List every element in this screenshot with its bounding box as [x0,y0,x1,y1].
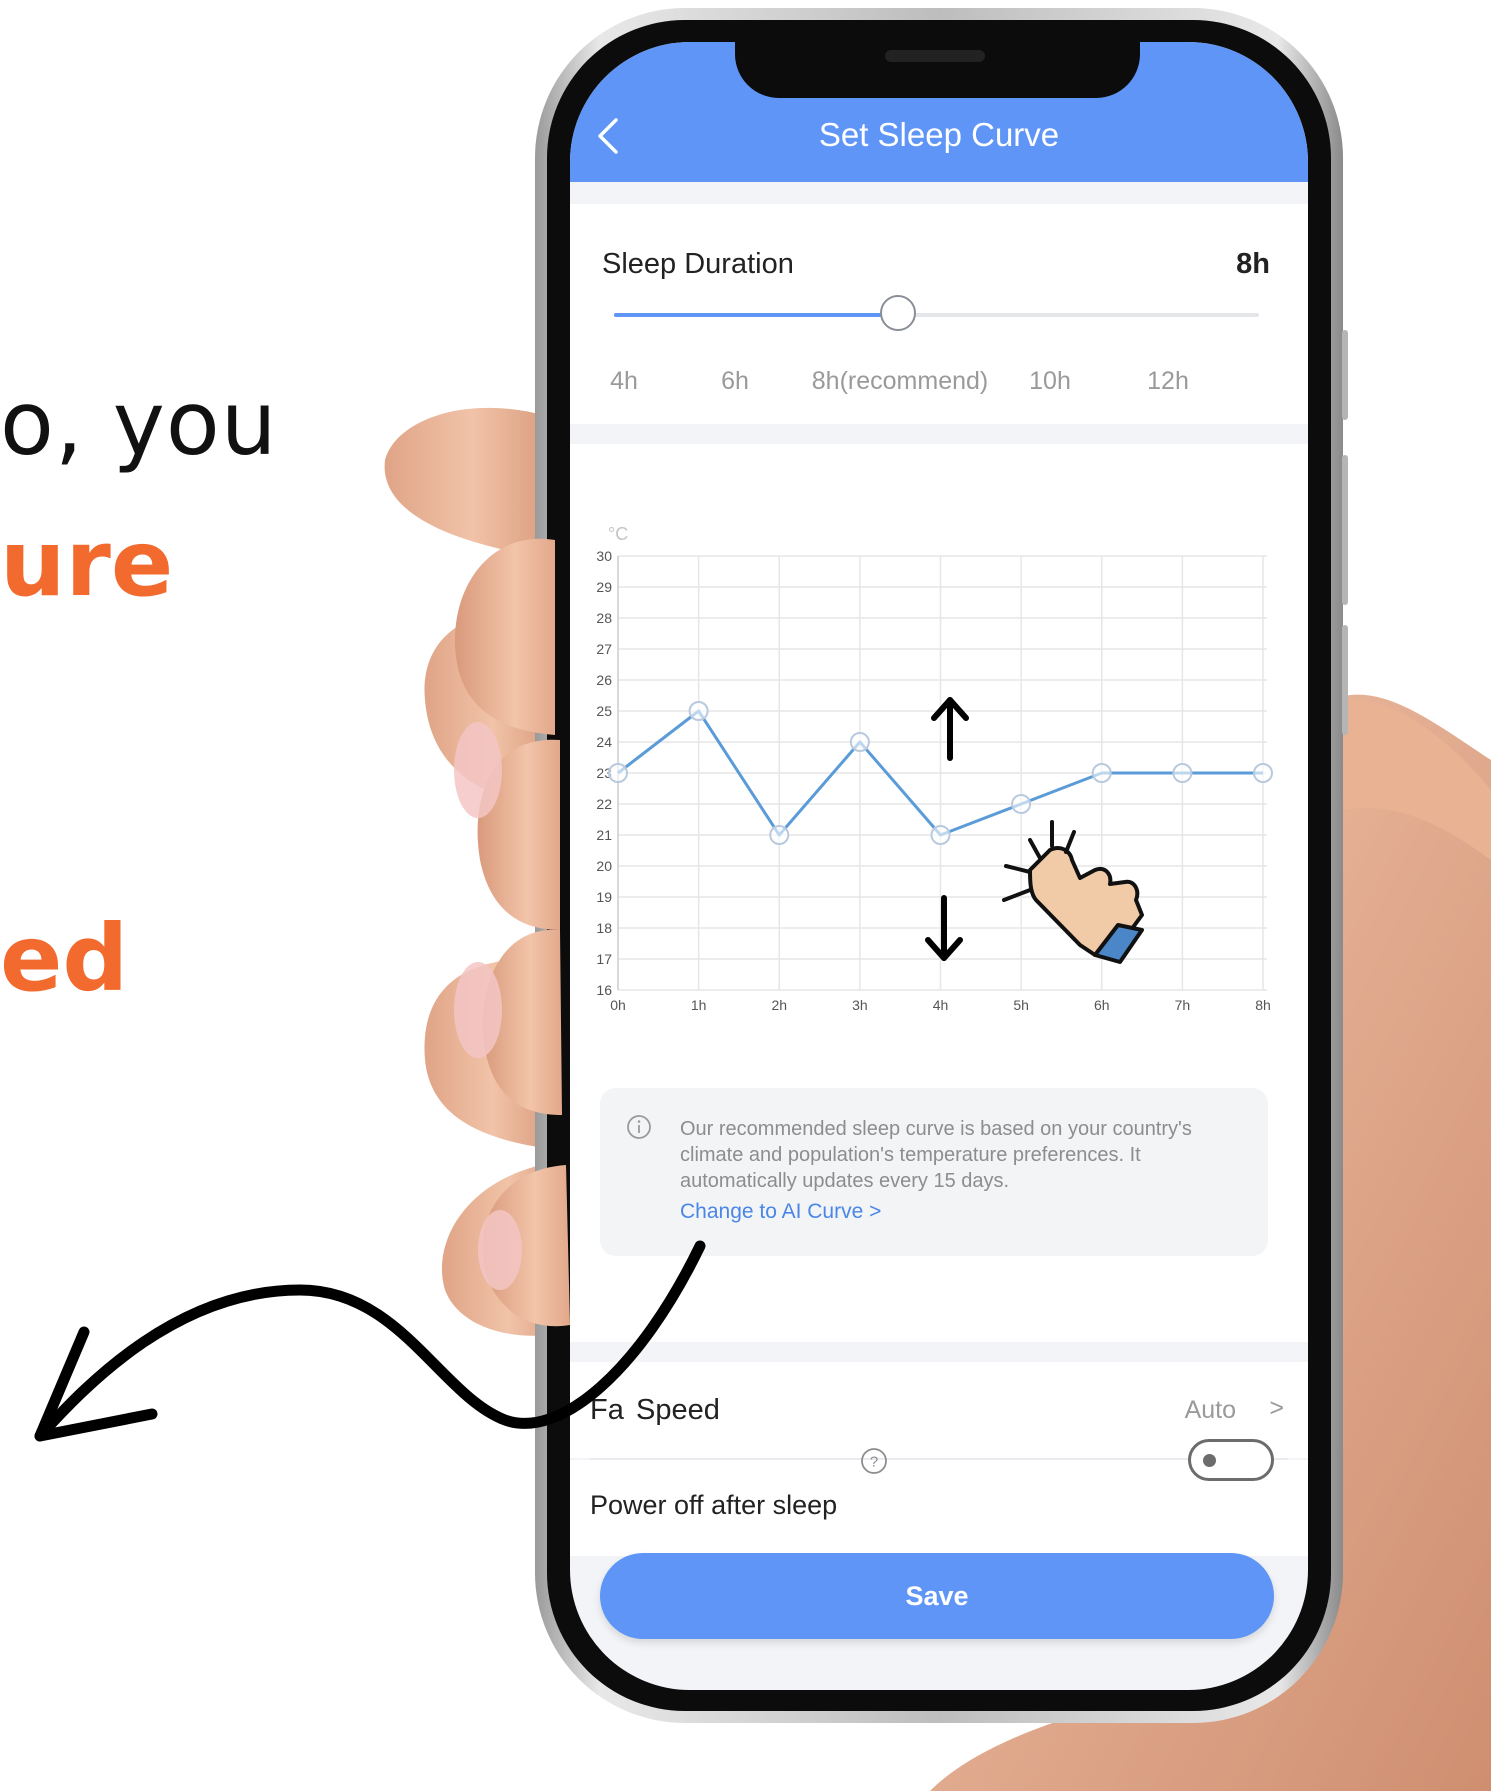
change-to-ai-curve-link[interactable]: Change to AI Curve > [680,1200,881,1224]
svg-text:?: ? [870,1454,878,1471]
sleep-duration-label: Sleep Duration [602,248,794,280]
info-box: Our recommended sleep curve is based on … [600,1088,1268,1256]
side-button [1342,330,1348,420]
x-tick-label: 1h [691,997,707,1013]
side-button [1342,455,1348,605]
x-tick-label: 3h [852,997,868,1013]
x-tick-label: 6h [1094,997,1110,1013]
fan-speed-value: Auto [1184,1396,1236,1424]
promo-text-line-3: ed [0,905,129,1012]
y-tick-label: 17 [596,951,612,967]
info-icon [627,1115,651,1139]
x-tick-label: 7h [1175,997,1191,1013]
save-button[interactable]: Save [600,1553,1274,1639]
sleep-curve-chart[interactable]: °C1617181920212223242526272829300h 1h 2h 3h… [570,510,1308,1120]
power-off-toggle[interactable] [1188,1439,1274,1481]
question-circle-icon[interactable]: ? [860,1447,888,1475]
info-text: Our recommended sleep curve is based on … [680,1118,1192,1192]
curve-point[interactable] [930,825,951,845]
slider-tick-label: 12h [1147,367,1189,395]
y-tick-label: 20 [596,858,612,874]
phone-screen: Set Sleep Curve Sleep Duration 8h 4h 6h 8h… [570,42,1308,1690]
y-tick-label: 28 [596,610,612,626]
sleep-duration-value: 8h [1236,248,1270,280]
x-tick-label: 0h [610,997,626,1013]
slider-tick-label: 6h [721,367,749,395]
chart-unit-label: °C [608,524,628,544]
slider-thumb[interactable] [879,295,916,331]
curve-point[interactable] [1253,763,1273,783]
y-tick-label: 16 [596,982,612,998]
y-tick-label: 25 [596,703,612,719]
fan-speed-label-suffix: Speed [636,1394,720,1426]
x-tick-label: 4h [933,997,949,1013]
side-button [1342,625,1348,735]
slider-fill [614,313,898,317]
y-tick-label: 22 [596,796,612,812]
y-tick-label: 27 [596,641,612,657]
slider-tick-label: 10h [1029,367,1071,395]
x-tick-label: 5h [1013,997,1029,1013]
y-tick-label: 29 [596,579,612,595]
curve-point[interactable] [1091,763,1112,783]
y-tick-label: 26 [596,672,612,688]
promo-text-line-1: o, you [0,372,278,475]
y-tick-label: 24 [596,734,612,750]
phone-speaker [885,50,985,62]
curve-point[interactable] [1172,763,1193,783]
y-tick-label: 30 [596,548,612,564]
promo-text-line-2: ure [0,510,174,617]
curve-point[interactable] [608,763,628,783]
y-tick-label: 18 [596,920,612,936]
slider-tick-label: 4h [610,367,638,395]
curve-point[interactable] [849,732,870,752]
x-tick-label: 8h [1255,997,1271,1013]
y-tick-label: 19 [596,889,612,905]
sleep-duration-slider[interactable] [614,295,1259,331]
slider-tick-label: 8h(recommend) [811,367,989,395]
page-title: Set Sleep Curve [818,116,1060,153]
toggle-knob [1203,1454,1216,1467]
x-tick-label: 2h [771,997,787,1013]
power-off-label: Power off after sleep [590,1490,838,1520]
fan-speed-label-prefix: Fa [590,1394,624,1426]
chevron-right-icon: > [1269,1394,1284,1422]
curve-point[interactable] [769,825,790,845]
y-tick-label: 21 [596,827,612,843]
phone-notch [735,40,1140,98]
curve-point[interactable] [1011,794,1032,814]
curve-point[interactable] [688,701,709,721]
